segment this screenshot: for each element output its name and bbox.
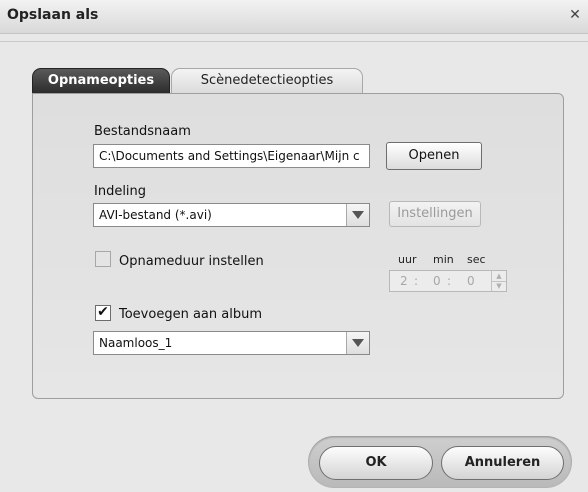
divider [0,41,588,42]
chevron-down-icon[interactable] [346,332,369,354]
hours-header: uur [398,253,417,266]
album-label: Toevoegen aan album [119,307,262,322]
format-label: Indeling [94,184,147,199]
window-title: Opslaan als [7,7,99,23]
time-separator: : [447,274,452,288]
duration-time-input[interactable]: 2 : 0 : 0 ▲ ▼ [389,270,507,292]
album-select[interactable]: Naamloos_1 [93,331,370,355]
format-select[interactable]: AVI-bestand (*.avi) [93,203,370,227]
seconds-value: 0 [467,274,475,288]
filename-label: Bestandsnaam [94,124,191,139]
album-select-value: Naamloos_1 [99,336,173,350]
cancel-button[interactable]: Annuleren [441,446,564,480]
open-button[interactable]: Openen [386,142,482,170]
filename-input[interactable]: C:\Documents and Settings\Eigenaar\Mijn … [93,144,370,168]
spin-down-icon[interactable]: ▼ [492,281,506,291]
ok-button[interactable]: OK [319,446,433,480]
duration-checkbox[interactable] [95,251,111,267]
duration-label: Opnameduur instellen [119,254,264,269]
time-separator: : [414,274,419,288]
album-checkbox[interactable]: ✔ [95,305,111,321]
hours-value: 2 [400,274,408,288]
format-select-value: AVI-bestand (*.avi) [99,208,212,222]
settings-button[interactable]: Instellingen [389,201,481,227]
tab-scenedetectieopties[interactable]: Scènedetectieopties [171,68,363,93]
title-bar: Opslaan als ✕ [0,0,588,34]
close-icon[interactable]: ✕ [568,8,582,22]
time-spinner[interactable]: ▲ ▼ [491,271,506,291]
tab-opnameopties[interactable]: Opnameopties [32,68,170,93]
minutes-header: min [433,253,454,266]
chevron-down-icon[interactable] [346,204,369,226]
seconds-header: sec [467,253,486,266]
minutes-value: 0 [433,274,441,288]
